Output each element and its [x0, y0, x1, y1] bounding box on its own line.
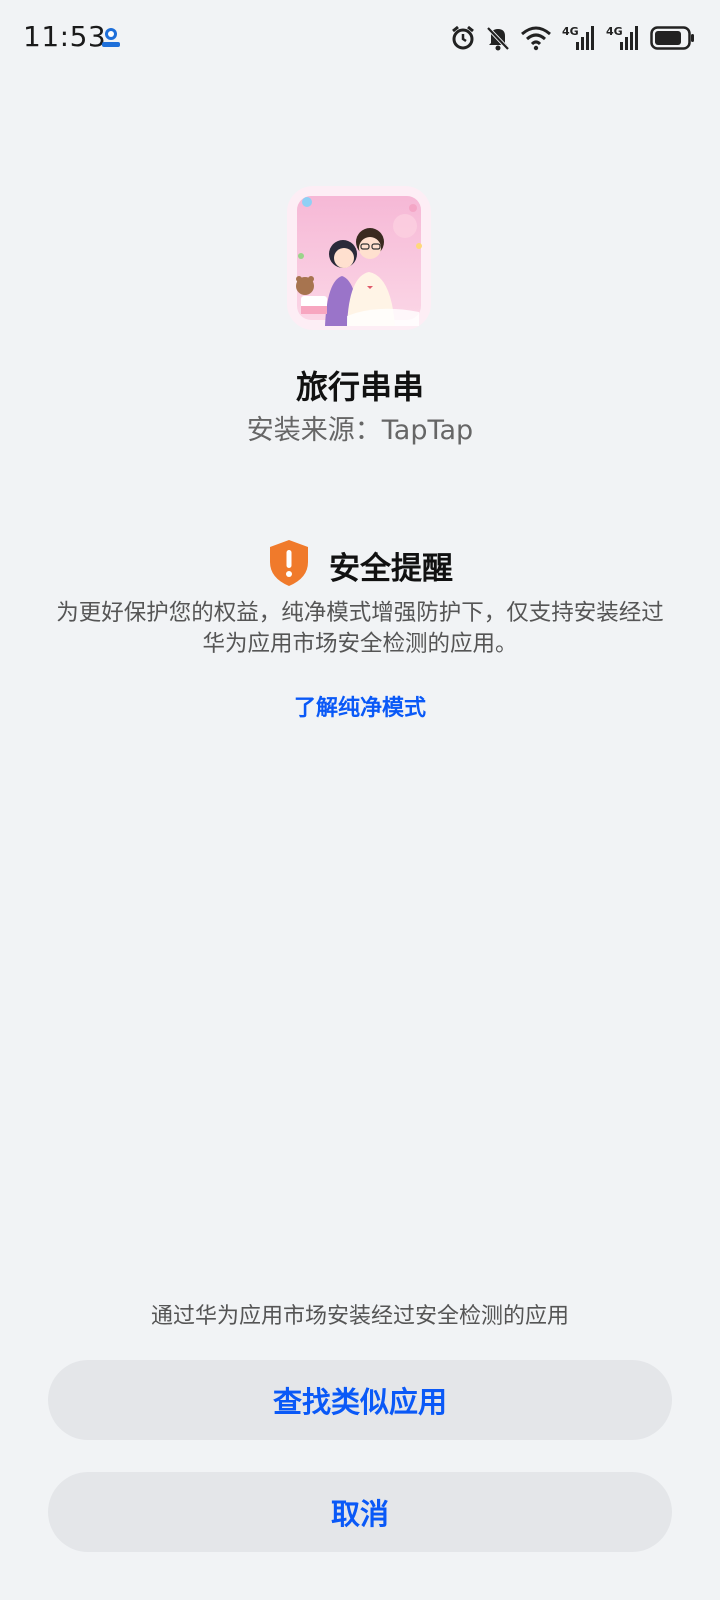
signal-4g-icon: 4G: [606, 24, 640, 52]
signal-4g-icon: 4G: [562, 24, 596, 52]
alarm-icon: [450, 25, 476, 51]
bottom-hint: 通过华为应用市场安装经过安全检测的应用: [150, 1304, 569, 1329]
find-similar-apps-button[interactable]: 查找类似应用: [48, 1360, 672, 1440]
app-name: 旅行串串: [295, 368, 424, 406]
mute-icon: [486, 25, 510, 51]
status-bar: 11:53 4G 4G: [0, 0, 720, 78]
status-icons: 4G 4G: [450, 22, 696, 54]
app-icon: [287, 186, 431, 330]
app-notification-icon: [100, 26, 122, 50]
notice-body: 为更好保护您的权益，纯净模式增强防护下，仅支持安装经过华为应用市场安全检测的应用…: [56, 600, 664, 657]
shield-alert-icon: [267, 538, 311, 592]
network-label: 4G: [606, 25, 623, 38]
network-label: 4G: [562, 25, 579, 38]
status-time: 11:53: [23, 20, 107, 53]
notice-title: 安全提醒: [329, 550, 453, 587]
learn-pure-mode-link[interactable]: 了解纯净模式: [0, 690, 720, 722]
cancel-button[interactable]: 取消: [48, 1472, 672, 1552]
security-notice-header: 安全提醒: [0, 538, 720, 592]
wifi-icon: [520, 25, 552, 51]
install-source: 安装来源：TapTap: [246, 415, 474, 446]
install-blocked-screen: 11:53 4G 4G 旅行串串 安装来源：TapTap 安全提醒 为更好保护您…: [0, 0, 720, 1600]
battery-icon: [650, 25, 696, 51]
